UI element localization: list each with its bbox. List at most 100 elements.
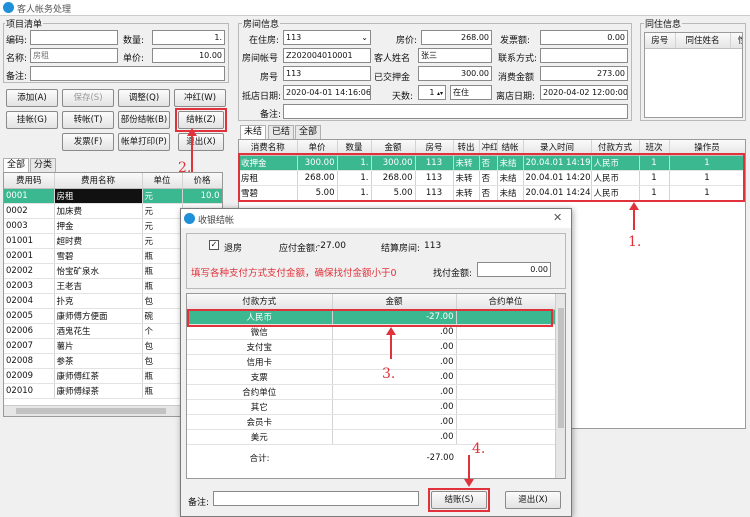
- payment-row-cell: .00: [332, 339, 457, 355]
- co-guest-title: 同住信息: [644, 17, 683, 30]
- hang-account-button[interactable]: 挂帐(G): [6, 111, 58, 129]
- chevron-down-icon[interactable]: ⌄: [361, 31, 368, 44]
- arrival-date-input[interactable]: 2020-04-01 14:16:06: [283, 85, 371, 100]
- catalog-row-cell: 怡宝矿泉水: [54, 263, 143, 279]
- invoice-amount-label: 发票额:: [500, 36, 531, 46]
- deposit-label: 已交押金: [374, 73, 411, 83]
- catalog-row[interactable]: 0001 房租元 10.0: [4, 188, 222, 204]
- name-input[interactable]: 房租: [30, 48, 118, 63]
- payment-col-method[interactable]: 付款方式: [187, 294, 333, 310]
- account-input[interactable]: Z202004010001: [283, 48, 371, 63]
- room-no-label: 房号: [260, 73, 279, 83]
- catalog-col-code[interactable]: 费用码: [4, 173, 55, 189]
- dialog-title-bar: 收银结帐 ✕: [181, 209, 571, 228]
- annotation-2-arrowhead: [187, 128, 197, 136]
- checkout-room-checkbox[interactable]: ✓: [209, 240, 219, 250]
- catalog-row-cell: 02008: [4, 353, 55, 369]
- dialog-summary-panel: [186, 233, 566, 289]
- invoice-amount-input[interactable]: 0.00: [540, 30, 628, 45]
- adjust-button[interactable]: 调整(Q): [118, 89, 170, 107]
- payment-header-row: 付款方式 金额 合约单位: [187, 294, 556, 310]
- tab-unsettled[interactable]: 未结: [240, 125, 267, 139]
- window-title: 客人帐务处理: [17, 5, 72, 15]
- payment-row[interactable]: 合约单位 .00: [187, 384, 556, 400]
- catalog-row-cell: 康师傅方便面: [54, 308, 143, 324]
- annotation-4-arrow: [468, 455, 470, 481]
- tab-category[interactable]: 分类: [30, 158, 57, 172]
- payment-row[interactable]: 支付宝 .00: [187, 339, 556, 355]
- payment-row[interactable]: 信用卡 .00: [187, 354, 556, 370]
- payment-row[interactable]: 支票 .00: [187, 369, 556, 385]
- catalog-row-cell: 包: [142, 338, 183, 354]
- payment-row[interactable]: 其它 .00: [187, 399, 556, 415]
- departure-date-input[interactable]: 2020-04-02 12:00:00: [540, 85, 628, 100]
- invoice-button[interactable]: 发票(F): [62, 133, 114, 151]
- payment-col-amount[interactable]: 金额: [332, 294, 457, 310]
- annotation-1-arrow: [633, 208, 635, 230]
- co-guest-col-gender[interactable]: 性: [730, 33, 742, 49]
- in-room-select[interactable]: 113 ⌄: [283, 30, 371, 45]
- annotation-3-arrow: [390, 333, 392, 359]
- code-input[interactable]: [30, 30, 118, 45]
- co-guest-grid: 房号 同住姓名 性: [644, 32, 743, 118]
- spin-arrows-icon[interactable]: ▴▾: [437, 90, 443, 97]
- catalog-col-unit[interactable]: 单位: [142, 173, 183, 189]
- consume-amount-input[interactable]: 273.00: [540, 66, 628, 81]
- catalog-row-cell: 瓶: [142, 278, 183, 294]
- change-amount-input[interactable]: 0.00: [477, 262, 551, 277]
- annotation-1: 1.: [628, 234, 642, 250]
- payment-v-scrollbar[interactable]: [555, 294, 565, 478]
- deposit-input[interactable]: 300.00: [418, 66, 492, 81]
- payment-row[interactable]: 美元 .00: [187, 429, 556, 445]
- save-button[interactable]: 保存(S): [62, 89, 114, 107]
- confirm-highlight-box: [428, 488, 490, 512]
- days-value: 1: [429, 88, 435, 97]
- payment-row[interactable]: 会员卡 .00: [187, 414, 556, 430]
- qty-input[interactable]: 1.: [152, 30, 225, 45]
- payment-row-cell: 其它: [187, 399, 333, 415]
- add-button[interactable]: 添加(A): [6, 89, 58, 107]
- partial-checkout-button[interactable]: 部份结帐(B): [118, 111, 170, 129]
- close-icon[interactable]: ✕: [553, 211, 562, 224]
- payment-col-contract[interactable]: 合约单位: [456, 294, 556, 310]
- payment-row-cell: .00: [332, 399, 457, 415]
- exit-main-button[interactable]: 退出(X): [178, 133, 224, 151]
- payment-v-scroll-thumb[interactable]: [558, 308, 564, 428]
- catalog-row-cell: 02007: [4, 338, 55, 354]
- receivable-value: -27.00: [317, 241, 347, 251]
- tab-all-catalog[interactable]: 全部: [3, 158, 30, 172]
- tab-settled[interactable]: 已结: [268, 125, 295, 139]
- co-guest-col-room[interactable]: 房号: [645, 33, 676, 49]
- catalog-col-price[interactable]: 价格: [182, 173, 222, 189]
- days-stepper[interactable]: 1 ▴▾: [418, 85, 446, 100]
- reverse-button[interactable]: 冲红(W): [174, 89, 226, 107]
- catalog-col-name[interactable]: 费用名称: [54, 173, 143, 189]
- catalog-row-cell: 个: [142, 323, 183, 339]
- dialog-exit-button[interactable]: 退出(X): [505, 491, 561, 509]
- room-price-input[interactable]: 268.00: [421, 30, 492, 45]
- catalog-row-cell: 康师傅绿茶: [54, 383, 143, 399]
- transfer-button[interactable]: 转帐(T): [62, 111, 114, 129]
- note-input[interactable]: [30, 66, 225, 81]
- contact-input[interactable]: [540, 48, 628, 63]
- co-guest-col-name[interactable]: 同住姓名: [675, 33, 731, 49]
- guest-name-input[interactable]: 张三: [418, 48, 492, 63]
- catalog-h-scroll-thumb[interactable]: [16, 408, 166, 414]
- payment-row-cell: 信用卡: [187, 354, 333, 370]
- catalog-row-cell: 02010: [4, 383, 55, 399]
- catalog-row-cell: 元: [142, 218, 183, 234]
- checkout-dialog: 收银结帐 ✕ ✓ 退房 应付金额: -27.00 结算房间: 113 填写各种支…: [180, 208, 572, 517]
- room-no-input[interactable]: 113: [283, 66, 371, 81]
- payment-row-cell: [456, 369, 556, 385]
- tab-all-bill[interactable]: 全部: [295, 125, 322, 139]
- dialog-note-input[interactable]: [213, 491, 419, 506]
- settle-room-label: 结算房间:: [381, 244, 421, 254]
- payment-hint: 填写各种支付方式支付金额，确保找付金额小于0: [191, 268, 397, 279]
- price-input[interactable]: 10.00: [152, 48, 225, 63]
- qty-label: 数量:: [123, 36, 145, 46]
- catalog-row-cell: 碗: [142, 308, 183, 324]
- payment-total-value: -27.00: [332, 444, 456, 472]
- room-note-input[interactable]: [283, 104, 628, 119]
- print-bill-button[interactable]: 帐单打印(P): [118, 133, 170, 151]
- catalog-row-cell: 02001: [4, 248, 55, 264]
